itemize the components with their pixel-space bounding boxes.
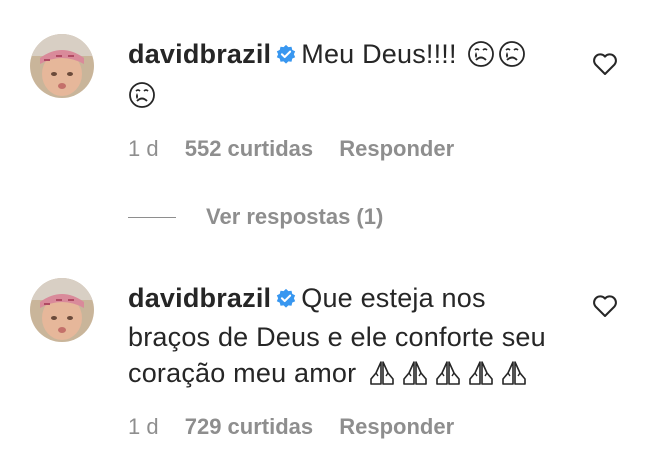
likes-count[interactable]: 729 curtidas xyxy=(185,414,313,439)
comment-body-line3: coração meu amor xyxy=(128,358,357,388)
comment-body: Meu Deus!!!! xyxy=(301,39,457,69)
comment-time: 1 d xyxy=(128,414,159,439)
crying-face-emoji-icon xyxy=(128,81,156,118)
crying-face-emoji-icon xyxy=(498,40,526,77)
reply-button[interactable]: Responder xyxy=(339,136,454,161)
comment-body-line1: Que esteja nos xyxy=(301,283,486,313)
folded-hands-emoji-icon xyxy=(499,359,529,396)
reply-button[interactable]: Responder xyxy=(339,414,454,439)
username-link[interactable]: davidbrazil xyxy=(128,283,271,313)
crying-face-emoji-icon xyxy=(467,40,495,77)
like-heart-icon[interactable] xyxy=(592,52,618,76)
verified-badge-icon xyxy=(275,283,297,319)
folded-hands-emoji-icon xyxy=(400,359,430,396)
folded-hands-emoji-icon xyxy=(367,359,397,396)
like-heart-icon[interactable] xyxy=(592,294,618,318)
folded-hands-emoji-icon xyxy=(466,359,496,396)
avatar[interactable] xyxy=(30,34,94,98)
likes-count[interactable]: 552 curtidas xyxy=(185,136,313,161)
comment-body-line2: braços de Deus e ele conforte seu xyxy=(128,322,546,352)
username-link[interactable]: davidbrazil xyxy=(128,39,271,69)
folded-hands-emoji-icon xyxy=(433,359,463,396)
view-replies-label: Ver respostas (1) xyxy=(206,204,384,229)
comment-text: davidbrazil Que esteja nos braços de Deus… xyxy=(128,280,568,396)
comment-text: davidbrazil Meu Deus!!!! xyxy=(128,36,568,118)
replies-divider xyxy=(128,216,176,218)
comment-meta: 1 d 729 curtidas Responder xyxy=(128,414,474,440)
comment-meta: 1 d 552 curtidas Responder xyxy=(128,136,474,162)
comment-time: 1 d xyxy=(128,136,159,161)
verified-badge-icon xyxy=(275,39,297,75)
comments-panel: { "comments": [ { "username": "davidbraz… xyxy=(0,0,660,471)
view-replies-button[interactable]: Ver respostas (1) xyxy=(128,202,383,232)
avatar[interactable] xyxy=(30,278,94,342)
